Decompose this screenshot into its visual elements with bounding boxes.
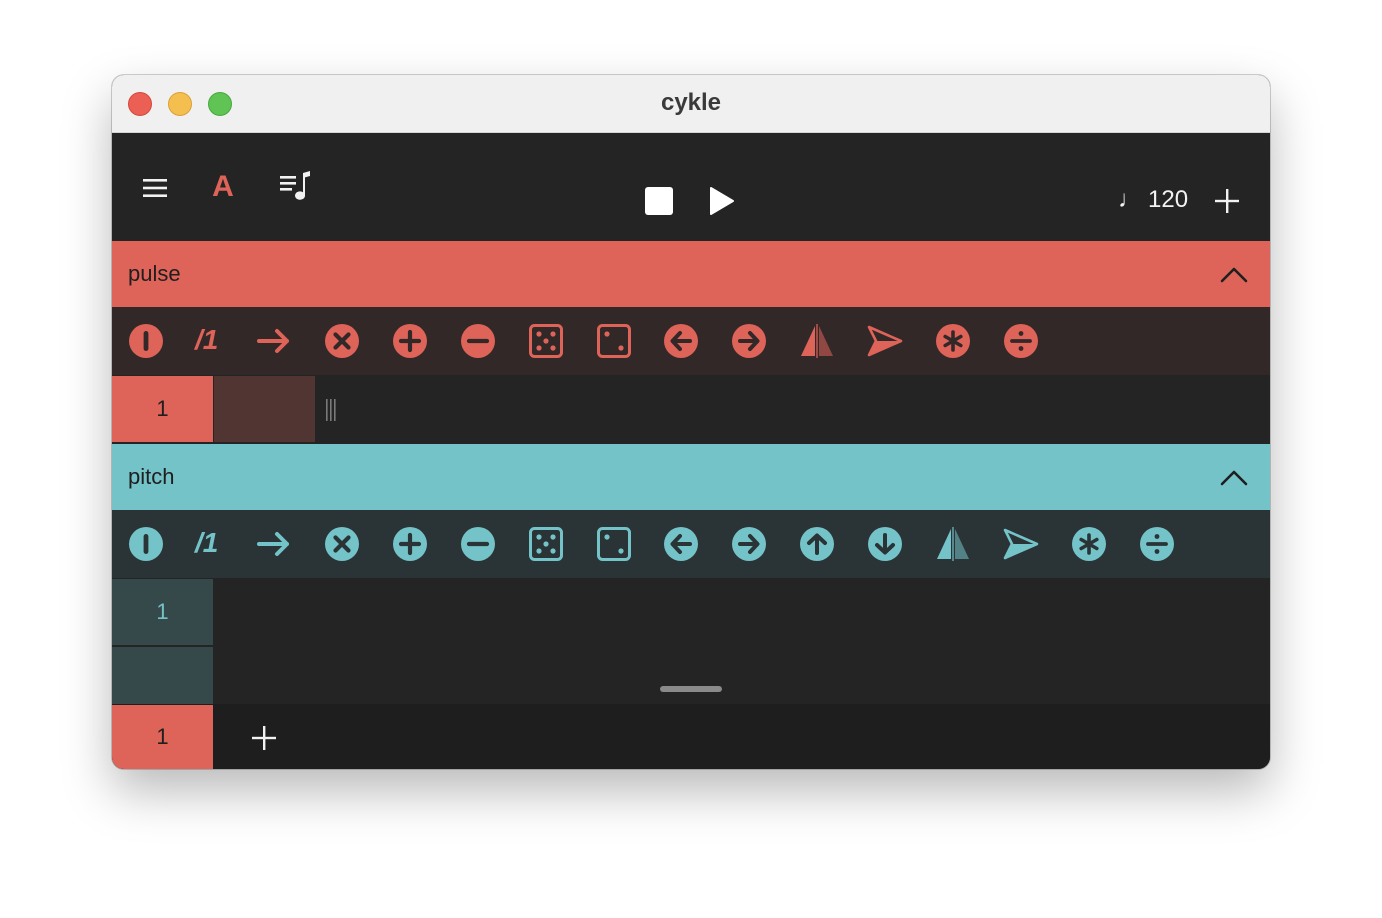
divide-circle-icon[interactable] <box>1003 323 1039 359</box>
plus-circle-icon[interactable] <box>392 526 428 562</box>
arrow-right-icon[interactable] <box>256 526 292 562</box>
pitch-label: pitch <box>128 464 175 489</box>
arrow-down-circle-icon[interactable] <box>867 526 903 562</box>
pitch-section-header[interactable]: pitch <box>112 444 1270 510</box>
arrow-up-circle-icon[interactable] <box>799 526 835 562</box>
arrow-right-icon[interactable] <box>256 323 292 359</box>
play-icon[interactable] <box>705 185 737 217</box>
pitch-step-cell[interactable]: 1 <box>112 579 213 645</box>
minus-circle-icon[interactable] <box>460 323 496 359</box>
arrow-left-circle-icon[interactable] <box>663 526 699 562</box>
dice-five-icon[interactable] <box>528 526 564 562</box>
preset-a-button[interactable]: A <box>208 169 238 205</box>
mirror-icon[interactable] <box>935 526 971 562</box>
quarter-note-icon: ♩ <box>1118 186 1142 213</box>
pitch-step-cell-empty[interactable] <box>112 647 213 704</box>
music-list-icon[interactable] <box>276 169 314 205</box>
add-sequence-button[interactable] <box>1211 185 1243 217</box>
minus-circle-icon[interactable] <box>460 526 496 562</box>
pattern-tab[interactable]: 1 <box>112 705 213 769</box>
tempo-value: 120 <box>1148 186 1189 213</box>
app-window: cykle A ♩ 120 pulse /1 1 pitch /1 1 1 <box>112 75 1270 769</box>
pitch-tool-row: /1 <box>112 510 1270 578</box>
pulse-step-cell-empty[interactable] <box>214 376 315 442</box>
pulse-tool-row: /1 <box>112 307 1270 375</box>
arrow-left-circle-icon[interactable] <box>663 323 699 359</box>
tempo-display[interactable]: ♩ 120 <box>1118 183 1188 217</box>
pulse-section-header[interactable]: pulse <box>112 241 1270 307</box>
pulse-step-cell[interactable]: 1 <box>112 376 213 442</box>
arrow-right-circle-icon[interactable] <box>731 323 767 359</box>
mirror-icon[interactable] <box>799 323 835 359</box>
pitch-divider-button[interactable]: /1 <box>195 527 218 559</box>
toggle-icon[interactable] <box>128 323 164 359</box>
pattern-bar: 1 <box>112 704 1270 769</box>
pulse-steps-track: 1 <box>112 375 1270 443</box>
window-title: cykle <box>660 89 722 116</box>
close-circle-icon[interactable] <box>324 526 360 562</box>
hamburger-icon[interactable] <box>140 173 170 203</box>
toolbar: A ♩ 120 <box>112 133 1270 241</box>
divide-circle-icon[interactable] <box>1139 526 1175 562</box>
asterisk-circle-icon[interactable] <box>1071 526 1107 562</box>
add-pattern-button[interactable] <box>251 725 277 751</box>
pulse-label: pulse <box>128 261 181 286</box>
chevron-up-icon[interactable] <box>1218 259 1250 291</box>
drag-handle[interactable] <box>660 686 722 692</box>
close-circle-icon[interactable] <box>324 323 360 359</box>
pulse-divider-button[interactable]: /1 <box>195 324 218 356</box>
chevron-up-icon[interactable] <box>1218 462 1250 494</box>
title-bar: cykle <box>112 75 1270 133</box>
arrow-right-circle-icon[interactable] <box>731 526 767 562</box>
dice-two-icon[interactable] <box>596 323 632 359</box>
paper-plane-icon[interactable] <box>1003 526 1039 562</box>
toggle-icon[interactable] <box>128 526 164 562</box>
dice-five-icon[interactable] <box>528 323 564 359</box>
stop-icon[interactable] <box>643 185 675 217</box>
plus-circle-icon[interactable] <box>392 323 428 359</box>
asterisk-circle-icon[interactable] <box>935 323 971 359</box>
paper-plane-icon[interactable] <box>867 323 903 359</box>
dice-two-icon[interactable] <box>596 526 632 562</box>
resize-grip-icon[interactable] <box>325 399 337 421</box>
